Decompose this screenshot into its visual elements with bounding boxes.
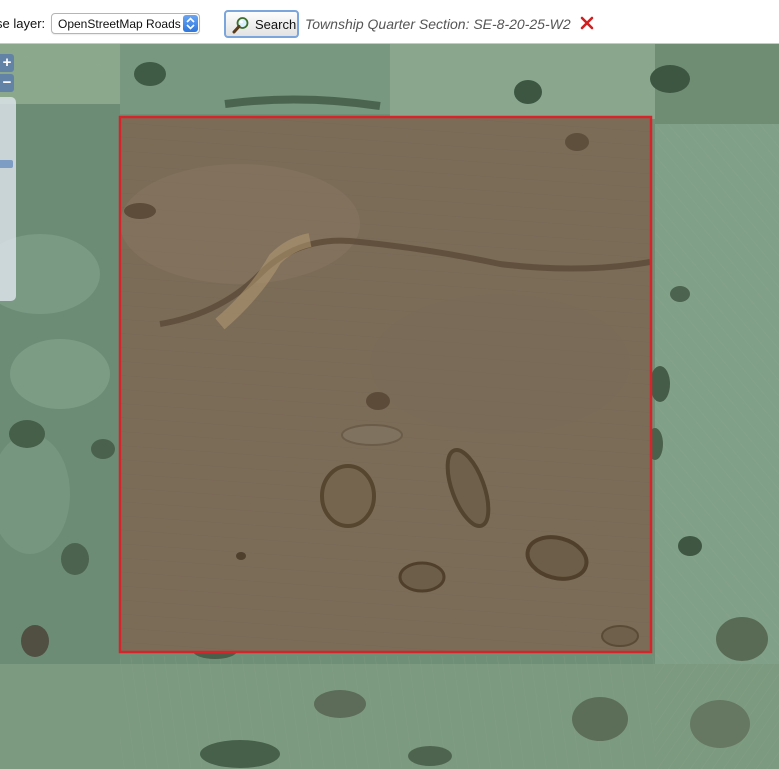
base-layer-value: OpenStreetMap Roads [58,17,181,31]
map-view[interactable] [0,44,779,769]
close-icon[interactable] [580,16,594,30]
search-result-text: Township Quarter Section: SE-8-20-25-W2 [305,16,571,32]
zoom-out-button[interactable]: − [0,74,14,92]
zoom-slider[interactable] [0,97,16,301]
base-layer-select[interactable]: OpenStreetMap Roads [51,13,200,34]
zoom-in-button[interactable]: + [0,54,14,72]
satellite-imagery [0,44,779,769]
search-button-label: Search [255,17,297,32]
search-button[interactable]: Search [224,10,299,38]
base-layer-label: se layer: [0,16,46,31]
zoom-slider-handle[interactable] [0,160,13,168]
magnifier-icon [232,16,250,37]
select-arrows-icon [183,15,198,32]
top-toolbar: se layer: OpenStreetMap Roads Search Tow… [0,0,779,44]
